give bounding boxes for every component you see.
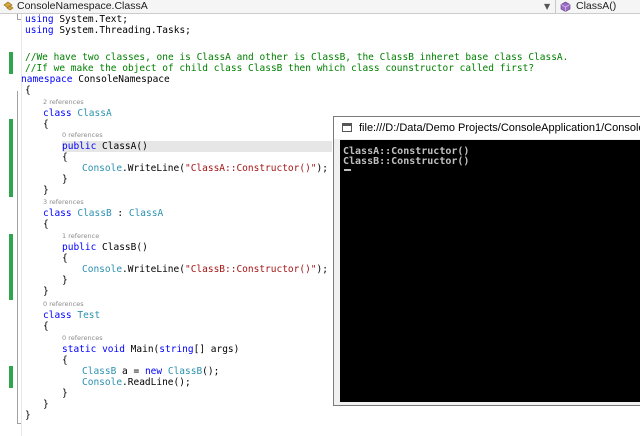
code-line-class-a: class ClassA (43, 108, 112, 119)
console-title: file:///D:/Data/Demo Projects/ConsoleApp… (359, 122, 640, 134)
code-brace: } (43, 399, 49, 410)
code-brace: { (43, 119, 49, 130)
code-brace: } (62, 275, 68, 286)
code-brace: { (43, 321, 49, 332)
code-line-ctor-a: public ClassA() (62, 141, 332, 152)
code-brace: } (43, 286, 49, 297)
code-line-using-text: using System.Text; (25, 14, 128, 25)
codelens-references[interactable]: 3 references (43, 198, 84, 207)
code-line-namespace: namespace ConsoleNamespace (21, 74, 170, 85)
navigation-bar: ConsoleNamespace.ClassA ▼ ClassA() (0, 0, 640, 14)
codelens-references[interactable]: 0 references (62, 131, 103, 140)
change-indicator (9, 366, 13, 388)
console-output[interactable]: ClassA::Constructor() ClassB::Constructo… (340, 140, 640, 402)
code-brace: } (62, 388, 68, 399)
code-brace: { (62, 152, 68, 163)
console-cursor (344, 169, 351, 171)
string-literal-a: "ClassA::Constructor()" (184, 163, 317, 174)
code-brace: } (43, 185, 49, 196)
class-icon (3, 1, 14, 11)
code-brace: { (25, 85, 31, 96)
change-indicator (9, 52, 13, 74)
codelens-references[interactable]: 0 references (43, 300, 84, 309)
console-title-bar[interactable]: file:///D:/Data/Demo Projects/ConsoleApp… (334, 117, 640, 139)
codelens-references[interactable]: 2 references (43, 98, 84, 107)
codelens-references[interactable]: 0 references (62, 334, 103, 343)
code-line-using-tasks: using System.Threading.Tasks; (25, 25, 191, 36)
console-line: ClassB::Constructor() (343, 156, 470, 167)
code-line-readline: Console.ReadLine(); (82, 377, 191, 388)
console-window[interactable]: file:///D:/Data/Demo Projects/ConsoleApp… (333, 116, 640, 406)
code-brace: } (62, 174, 68, 185)
code-line-new-b: ClassB a = new ClassB(); (82, 366, 220, 377)
code-line-ctor-b: public ClassB() (62, 242, 148, 253)
change-indicator (9, 234, 13, 300)
code-comment-1: //We have two classes, one is ClassA and… (25, 52, 569, 63)
code-brace: { (62, 253, 68, 264)
code-line-class-test: class Test (43, 310, 101, 321)
type-dropdown-label: ConsoleNamespace.ClassA (17, 0, 148, 12)
code-brace: { (43, 219, 49, 230)
code-line-class-b: class ClassB : ClassA (43, 208, 164, 219)
outline-end (17, 423, 21, 424)
code-comment-2: //If we make the object of child class C… (25, 63, 535, 74)
change-indicator (9, 119, 13, 197)
console-app-icon (342, 123, 352, 132)
type-dropdown[interactable]: ConsoleNamespace.ClassA ▼ (0, 0, 556, 13)
codelens-references[interactable]: 1 reference (62, 232, 99, 241)
code-brace: } (25, 410, 31, 421)
chevron-down-icon[interactable]: ▼ (544, 1, 550, 13)
code-line-writeline-b: Console.WriteLine("ClassB::Constructor()… (82, 264, 328, 275)
member-dropdown-label: ClassA() (576, 0, 617, 12)
code-brace: { (62, 355, 68, 366)
outline-line (17, 91, 18, 423)
outline-end (17, 19, 21, 20)
member-dropdown[interactable]: ClassA() (556, 0, 640, 13)
code-line-main: static void Main(string[] args) (62, 344, 240, 355)
string-literal-b: "ClassB::Constructor()" (184, 264, 317, 275)
namespace-name: ConsoleNamespace (78, 74, 170, 85)
method-icon (560, 1, 571, 12)
code-line-writeline-a: Console.WriteLine("ClassA::Constructor()… (82, 163, 328, 174)
